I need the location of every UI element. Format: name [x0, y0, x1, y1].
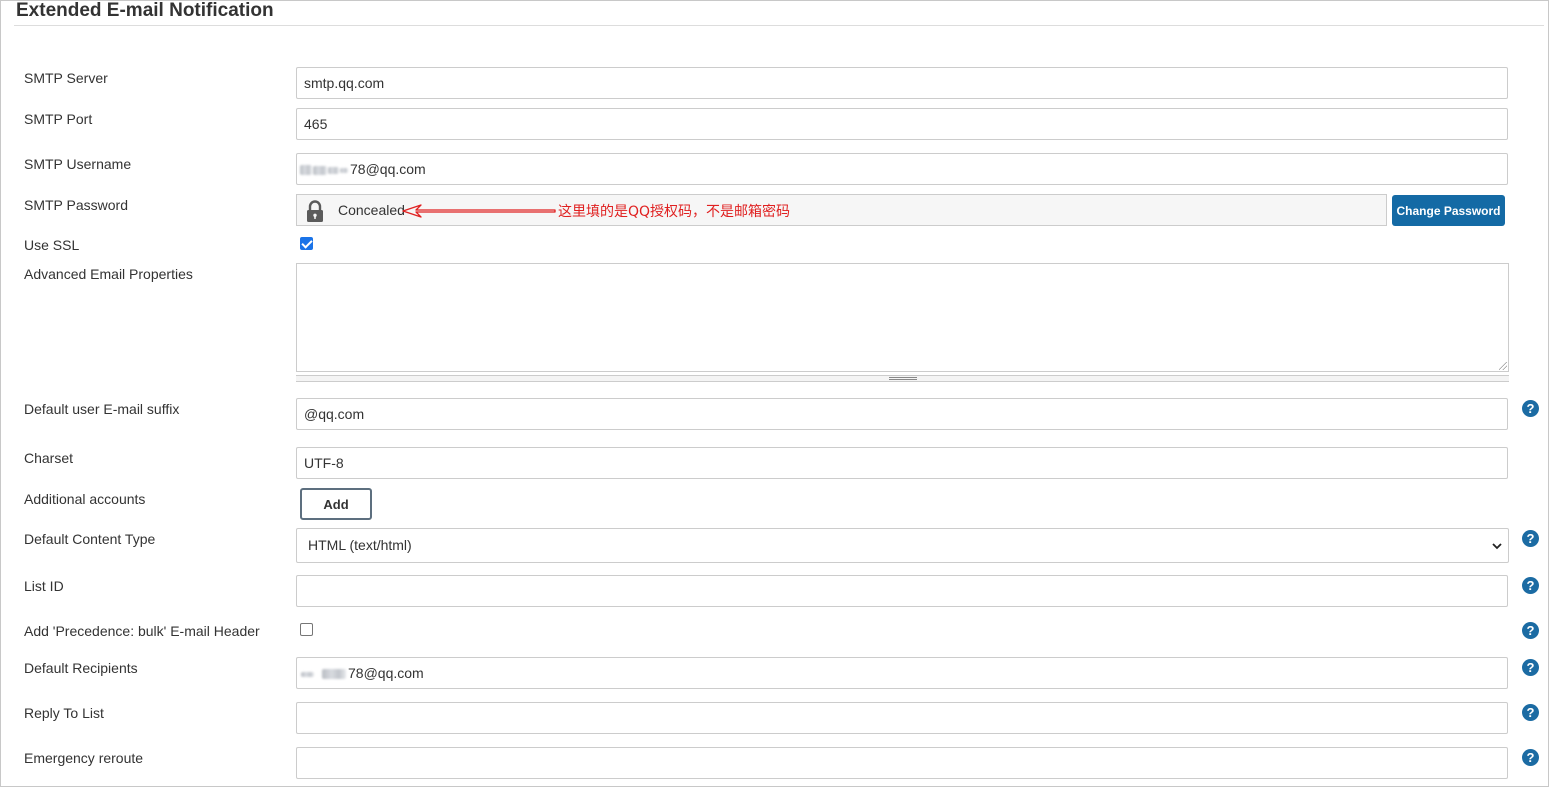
smtp-password-label: SMTP Password	[24, 197, 128, 213]
default-recipients-input[interactable]: 78@qq.com	[296, 657, 1508, 689]
default-recipients-visible: 78@qq.com	[348, 665, 424, 681]
smtp-username-input[interactable]: 78@qq.com	[296, 153, 1508, 185]
help-icon[interactable]: ?	[1522, 622, 1539, 639]
help-icon[interactable]: ?	[1522, 530, 1539, 547]
charset-label: Charset	[24, 450, 74, 466]
emergency-reroute-input[interactable]	[296, 747, 1508, 779]
default-suffix-input[interactable]: @qq.com	[296, 398, 1508, 430]
advanced-email-properties-label: Advanced Email Properties	[24, 266, 193, 282]
use-ssl-label: Use SSL	[24, 237, 80, 253]
smtp-port-input[interactable]: 465	[296, 108, 1508, 140]
reply-to-input[interactable]	[296, 702, 1508, 734]
annotation-note: 这里填的是QQ授权码，不是邮箱密码	[558, 204, 791, 220]
resize-handle-icon[interactable]	[1499, 362, 1507, 370]
help-icon[interactable]: ?	[1522, 659, 1539, 676]
list-id-input[interactable]	[296, 575, 1508, 607]
chevron-down-icon	[1492, 543, 1502, 550]
section-divider	[14, 25, 1544, 26]
redacted-text	[313, 165, 327, 175]
grip-icon	[889, 377, 917, 380]
charset-input[interactable]: UTF-8	[296, 447, 1508, 479]
list-id-label: List ID	[24, 578, 64, 594]
redacted-text	[301, 671, 314, 677]
help-icon[interactable]: ?	[1522, 704, 1539, 721]
additional-accounts-label: Additional accounts	[24, 491, 146, 507]
smtp-server-input[interactable]: smtp.qq.com	[296, 67, 1508, 99]
annotation-arrow	[402, 204, 556, 218]
advanced-email-properties-textarea[interactable]	[296, 263, 1509, 372]
add-account-button[interactable]: Add	[300, 488, 372, 520]
content-type-selected: HTML (text/html)	[308, 537, 412, 553]
precedence-bulk-checkbox[interactable]	[300, 623, 313, 636]
reply-to-label: Reply To List	[24, 705, 104, 721]
smtp-username-label: SMTP Username	[24, 156, 132, 172]
help-icon[interactable]: ?	[1522, 749, 1539, 766]
help-icon[interactable]: ?	[1522, 577, 1539, 594]
redacted-text	[328, 166, 339, 174]
help-icon[interactable]: ?	[1522, 400, 1539, 417]
smtp-port-label: SMTP Port	[24, 111, 93, 127]
content-type-label: Default Content Type	[24, 531, 156, 547]
emergency-reroute-label: Emergency reroute	[24, 750, 144, 766]
lock-icon	[305, 200, 325, 222]
change-password-button[interactable]: Change Password	[1392, 195, 1505, 226]
smtp-username-visible: 78@qq.com	[350, 161, 426, 177]
use-ssl-checkbox[interactable]	[300, 237, 313, 250]
redacted-text	[300, 165, 312, 176]
password-concealed-text: Concealed	[338, 202, 405, 218]
smtp-server-label: SMTP Server	[24, 70, 108, 86]
section-title: Extended E-mail Notification	[16, 0, 274, 21]
precedence-bulk-label: Add 'Precedence: bulk' E-mail Header	[24, 623, 260, 639]
default-suffix-label: Default user E-mail suffix	[24, 401, 180, 417]
redacted-text	[340, 167, 348, 173]
content-type-select[interactable]: HTML (text/html)	[296, 528, 1509, 563]
default-recipients-label: Default Recipients	[24, 660, 138, 676]
textarea-resize-grip[interactable]	[296, 375, 1509, 382]
redacted-text	[322, 669, 346, 680]
